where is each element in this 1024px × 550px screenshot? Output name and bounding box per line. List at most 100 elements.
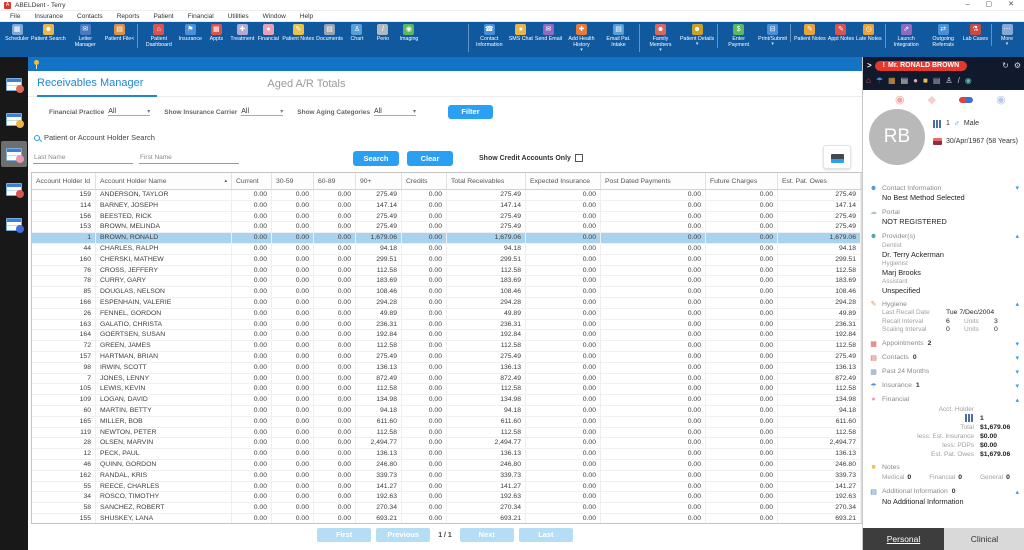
toolbar-late-notes[interactable]: ◷Late Notes <box>855 24 883 42</box>
credit-accounts-checkbox[interactable] <box>575 154 583 162</box>
documents-icon[interactable]: ▤ <box>933 76 941 86</box>
toolbar-patient-notes[interactable]: ✎Patient Notes <box>793 24 827 42</box>
chevron-down-icon[interactable]: ▾ <box>1015 354 1019 362</box>
toolbar-print-submit[interactable]: ⊟Print/Submit▾ <box>757 24 788 46</box>
table-row[interactable]: 46QUINN, GORDON0.000.000.00246.800.00246… <box>32 460 861 471</box>
column-header-expected-insurance[interactable]: Expected Insurance <box>526 173 601 189</box>
table-row[interactable]: 76CROSS, JEFFERY0.000.000.00112.580.0011… <box>32 266 861 277</box>
table-row[interactable]: 164GOERTSEN, SUSAN0.000.000.00192.840.00… <box>32 330 861 341</box>
menu-financial[interactable]: Financial <box>182 13 220 20</box>
search-button[interactable]: Search <box>353 151 399 166</box>
menu-contacts[interactable]: Contacts <box>71 13 109 20</box>
home-icon[interactable]: ⌂ <box>866 76 871 86</box>
toolbar-enter-payment[interactable]: $Enter Payment <box>720 24 757 48</box>
toolbar-add-health-history[interactable]: ✚Add Health History▾ <box>563 24 600 52</box>
filter-button[interactable]: Filter <box>448 105 493 119</box>
table-row[interactable]: 165MILLER, BOB0.000.000.00611.600.00611.… <box>32 417 861 428</box>
toolbar-scheduler[interactable]: ▦Scheduler <box>4 24 30 42</box>
column-header-account-holder-id[interactable]: Account Holder Id <box>32 173 96 189</box>
toolbar-patient-notes[interactable]: ✎Patient Notes <box>281 24 315 42</box>
section-notes[interactable]: ■Notes <box>869 463 1019 473</box>
section-appointments[interactable]: ▦Appointments2▾ <box>869 339 1019 349</box>
toolbar-letter-manager[interactable]: ✉Letter Manager <box>67 24 104 48</box>
table-row[interactable]: 159ANDERSON, TAYLOR0.000.000.00275.490.0… <box>32 190 861 201</box>
tab-personal[interactable]: Personal <box>863 528 944 550</box>
toolbar-imaging[interactable]: ◉Imaging <box>396 24 422 42</box>
table-row[interactable]: 78CURRY, GARY0.000.000.00183.690.00183.6… <box>32 276 861 287</box>
table-row[interactable]: 55REECE, CHARLES0.000.000.00141.270.0014… <box>32 482 861 493</box>
toolbar-send-email[interactable]: ✉Send Email <box>534 24 563 42</box>
table-row[interactable]: 157HARTMAN, BRIAN0.000.000.00275.490.002… <box>32 352 861 363</box>
section-contacts[interactable]: ▤Contacts0▾ <box>869 353 1019 363</box>
toolbar-perio[interactable]: /Perio <box>370 24 396 42</box>
financial-practice-select[interactable]: All▾ <box>108 108 150 116</box>
toolbar-outgoing-referrals[interactable]: ⇄Outgoing Referrals <box>925 24 962 48</box>
chart-tooth-icon[interactable]: ♙ <box>945 76 952 86</box>
sidebar-item-patient-table[interactable] <box>1 106 27 132</box>
section-contact-information[interactable]: ☻Contact Information▾ <box>869 183 1019 193</box>
table-row[interactable]: 162RANDAL, KRIS0.000.000.00339.730.00339… <box>32 471 861 482</box>
toolbar-insurance[interactable]: ⚑Insurance <box>177 24 203 42</box>
gear-icon[interactable]: ⚙ <box>1014 61 1021 70</box>
section-financial[interactable]: ●Financial▴ <box>869 395 1019 405</box>
tab-aged-ar-totals[interactable]: Aged A/R Totals <box>267 74 359 96</box>
chevron-up-icon[interactable]: ▴ <box>1015 232 1019 240</box>
column-header-account-holder-name[interactable]: Account Holder Name▴ <box>96 173 232 189</box>
table-row[interactable]: 155SHUSKEY, LANA0.000.000.00693.210.0069… <box>32 514 861 523</box>
table-row[interactable]: 156BEESTED, RICK0.000.000.00275.490.0027… <box>32 212 861 223</box>
toolbar-lab-cases[interactable]: ⚗Lab Cases <box>962 24 989 42</box>
menu-window[interactable]: Window <box>257 13 292 20</box>
financial-piggy-icon[interactable]: ● <box>913 76 918 86</box>
milestone-diamond-icon[interactable]: ◆ <box>928 93 936 106</box>
toolbar-appts[interactable]: ▦Appts <box>203 24 229 42</box>
sidebar-item-treatment-table[interactable] <box>1 176 27 202</box>
appointments-calendar-icon[interactable]: ▦ <box>888 76 896 86</box>
toolbar-more[interactable]: ⋯More▾ <box>994 24 1020 46</box>
toolbar-patient-file[interactable]: ▤Patient File< <box>104 24 136 42</box>
insurance-umbrella-icon[interactable]: ☂ <box>876 76 883 86</box>
collapse-panel-icon[interactable]: > <box>867 61 872 70</box>
section-portal[interactable]: ☁Portal <box>869 207 1019 217</box>
toolbar-treatment[interactable]: ✚Treatment <box>229 24 255 42</box>
table-row[interactable]: 153BROWN, MELINDA0.000.000.00275.490.002… <box>32 222 861 233</box>
table-row[interactable]: 109LOGAN, DAVID0.000.000.00134.980.00134… <box>32 395 861 406</box>
table-row[interactable]: 34ROSCO, TIMOTHY0.000.000.00192.630.0019… <box>32 492 861 503</box>
next-page-button[interactable]: Next <box>460 528 514 542</box>
column-header-current[interactable]: Current <box>232 173 272 189</box>
tab-clinical[interactable]: Clinical <box>944 528 1024 550</box>
section-additional-information[interactable]: ▤Additional Information0▴ <box>869 487 1019 497</box>
table-row[interactable]: 1BROWN, RONALD0.000.000.001,679.060.001,… <box>32 233 861 244</box>
column-header-credits[interactable]: Credits <box>402 173 447 189</box>
section-past-24-months[interactable]: ▦Past 24 Months▾ <box>869 367 1019 377</box>
table-row[interactable]: 98IRWIN, SCOTT0.000.000.00136.130.00136.… <box>32 363 861 374</box>
menu-help[interactable]: Help <box>294 13 319 20</box>
table-row[interactable]: 85DOUGLAS, NELSON0.000.000.00108.460.001… <box>32 287 861 298</box>
table-row[interactable]: 160CHERSKI, MATHEW0.000.000.00299.510.00… <box>32 255 861 266</box>
pin-icon[interactable] <box>34 60 39 65</box>
column-header-est-pat-owes[interactable]: Est. Pat. Owes <box>778 173 861 189</box>
tab-receivables-manager[interactable]: Receivables Manager <box>37 73 157 97</box>
table-row[interactable]: 166ESPENHAIN, VALERIE0.000.000.00294.280… <box>32 298 861 309</box>
column-header-60-89[interactable]: 60-89 <box>314 173 356 189</box>
toolbar-family-members[interactable]: ☻Family Members▾ <box>642 24 679 52</box>
treatment-clipboard-icon[interactable]: ▤ <box>901 76 909 86</box>
column-header-future-charges[interactable]: Future Charges <box>706 173 778 189</box>
table-row[interactable]: 26FENNEL, GORDON0.000.000.0049.890.0049.… <box>32 309 861 320</box>
minimize-button[interactable]: – <box>966 0 970 10</box>
table-row[interactable]: 114BARNEY, JOSEPH0.000.000.00147.140.001… <box>32 201 861 212</box>
first-page-button[interactable]: First <box>317 528 371 542</box>
chevron-down-icon[interactable]: ▾ <box>1015 382 1019 390</box>
patient-name-pill[interactable]: !Mr. RONALD BROWN <box>875 61 968 71</box>
notes-sticky-icon[interactable]: ■ <box>923 76 928 86</box>
table-row[interactable]: 28OLSEN, MARVIN0.000.000.002,494.770.002… <box>32 438 861 449</box>
menu-patient[interactable]: Patient <box>147 13 179 20</box>
column-header-total-receivables[interactable]: Total Receivables <box>447 173 526 189</box>
menu-utilities[interactable]: Utilities <box>222 13 255 20</box>
chevron-up-icon[interactable]: ▴ <box>1015 488 1019 496</box>
table-row[interactable]: 44CHARLES, RALPH0.000.000.0094.180.0094.… <box>32 244 861 255</box>
section-insurance[interactable]: ☂Insurance1▾ <box>869 381 1019 391</box>
toolbar-contact-information[interactable]: ☎Contact Information <box>471 24 508 48</box>
column-header-90[interactable]: 90+ <box>356 173 402 189</box>
chevron-down-icon[interactable]: ▾ <box>1015 368 1019 376</box>
chevron-up-icon[interactable]: ▴ <box>1015 396 1019 404</box>
